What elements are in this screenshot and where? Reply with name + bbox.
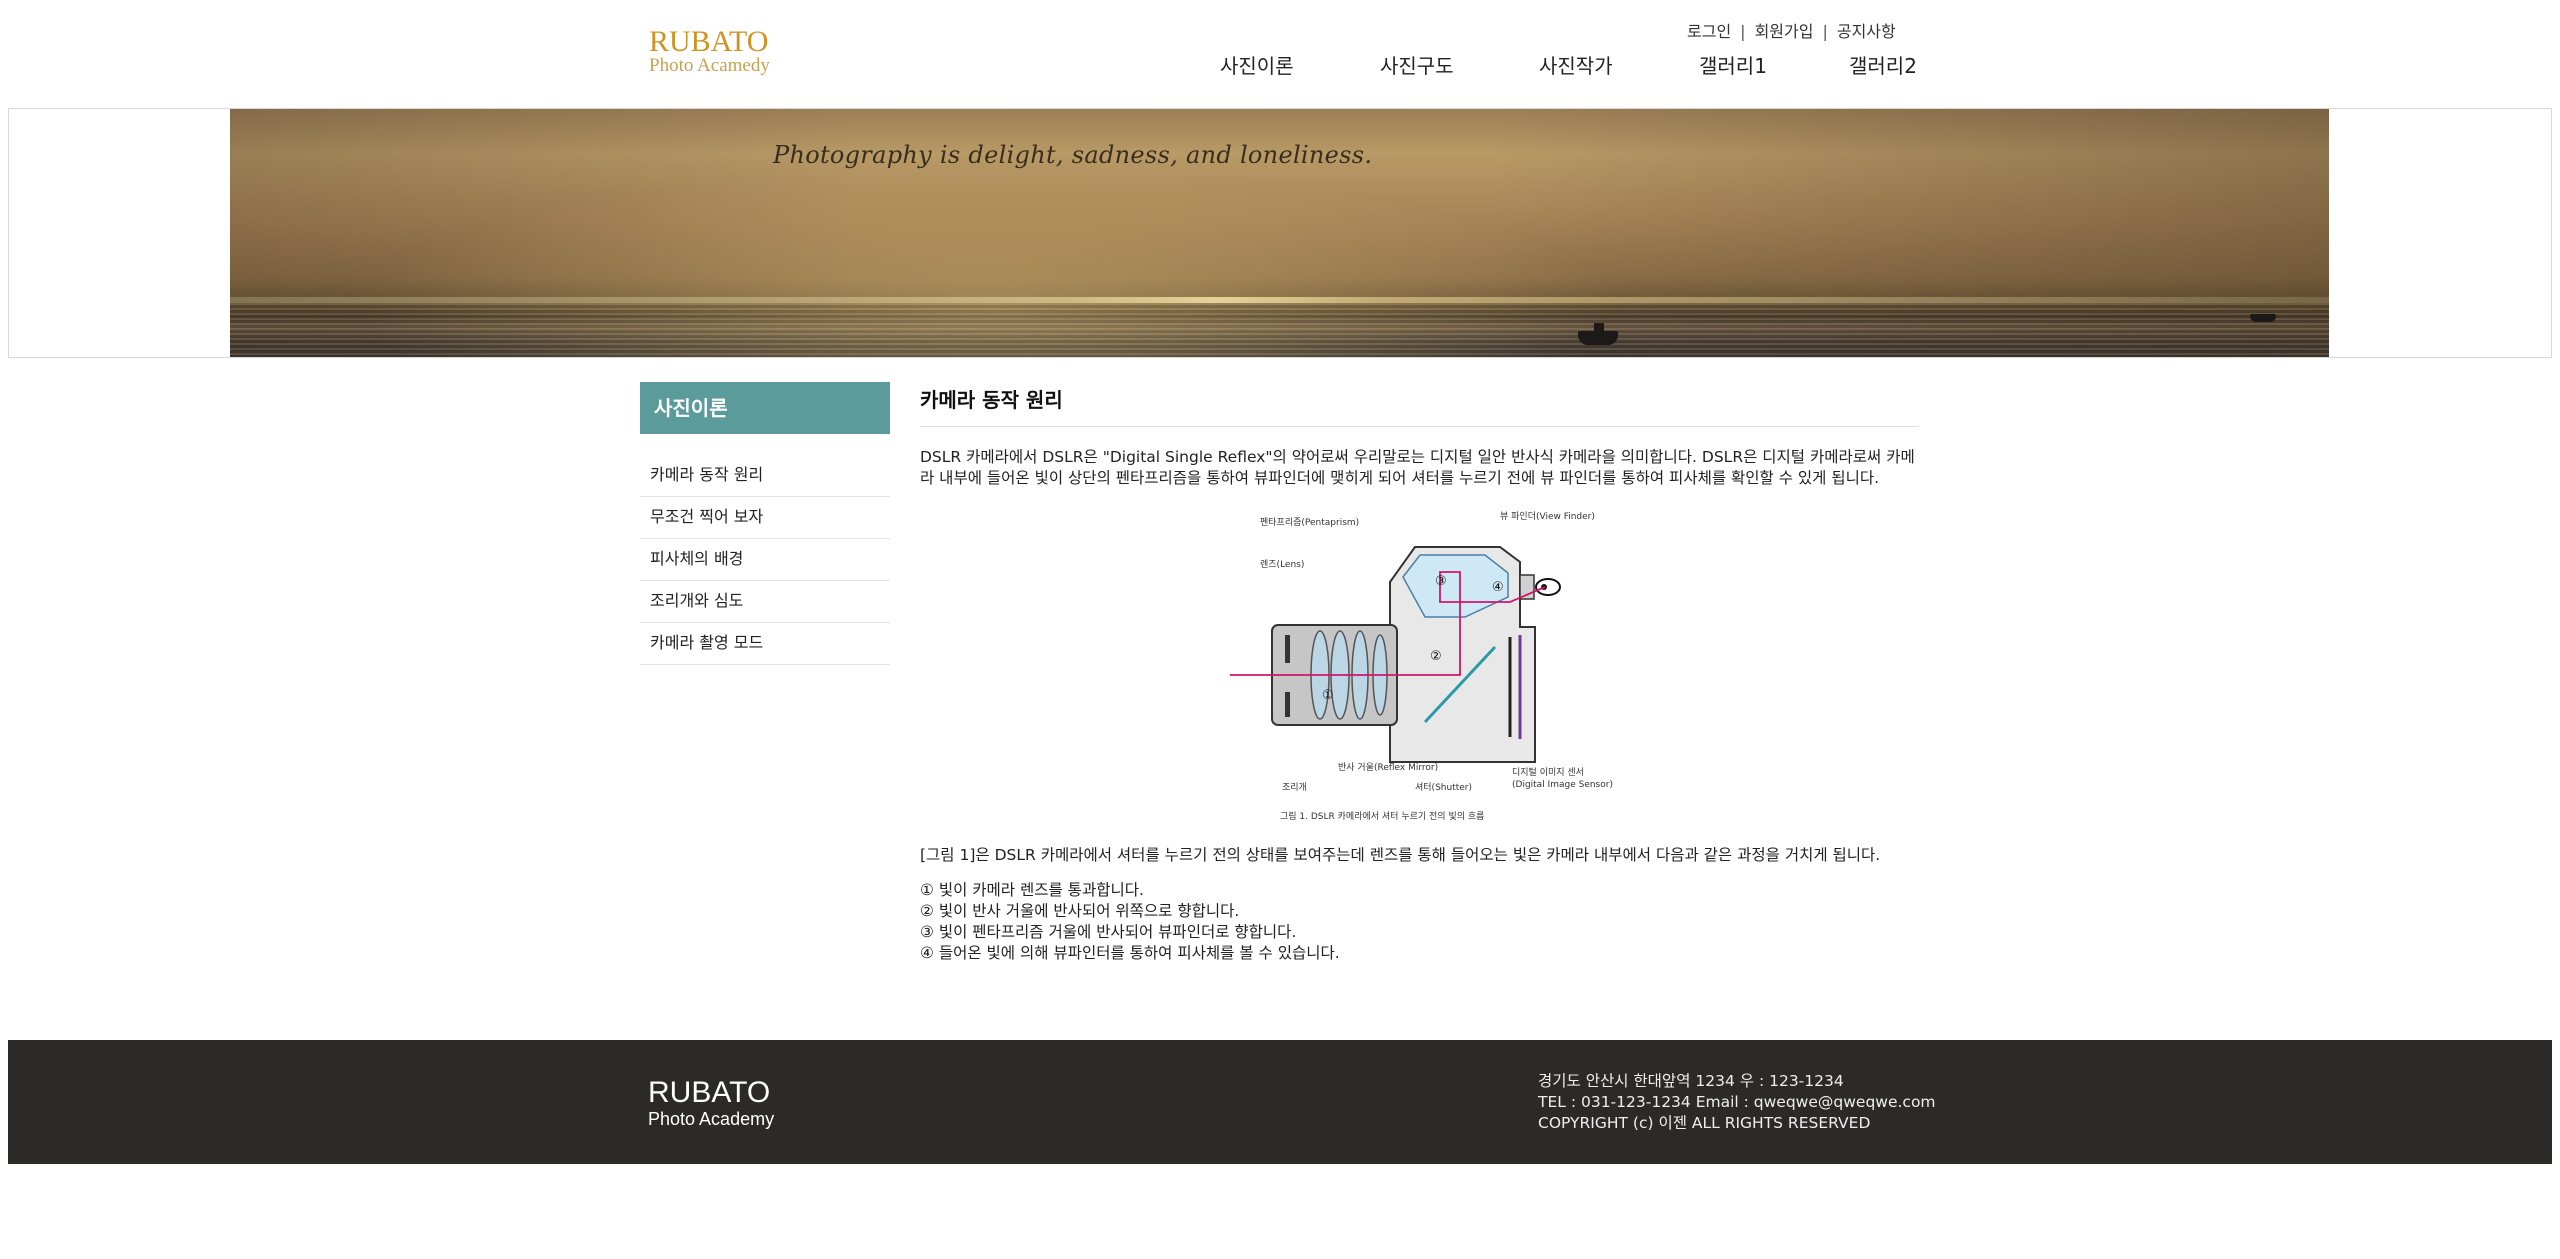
sidebar-menu: 카메라 동작 원리 무조건 찍어 보자 피사체의 배경 조리개와 심도 카메라 … (640, 455, 890, 665)
sidebar-item-shooting-modes[interactable]: 카메라 촬영 모드 (640, 623, 890, 665)
page: RUBATO Photo Acamedy 로그인 | 회원가입 | 공지사항 사진이론 … (0, 0, 2560, 1259)
sidebar-item-camera-principle[interactable]: 카메라 동작 원리 (640, 455, 890, 497)
boat-silhouette (1578, 323, 1618, 345)
step-number-2: ② (1430, 649, 1442, 664)
footer-copyright: COPYRIGHT (c) 이젠 ALL RIGHTS RESERVED (1538, 1114, 1871, 1132)
step-number-4: ④ (1492, 580, 1504, 595)
label-aperture: 조리개 (1282, 782, 1307, 793)
banner-sea (230, 303, 2329, 357)
label-sensor-en: (Digital Image Sensor) (1512, 780, 1613, 790)
step-number-3: ③ (1435, 574, 1447, 589)
label-viewfinder: 뷰 파인더(View Finder) (1500, 511, 1595, 522)
hero-banner-image: Photography is delight, sadness, and lon… (230, 109, 2329, 357)
signup-link[interactable]: 회원가입 (1755, 18, 1814, 42)
nav-photo-theory[interactable]: 사진이론 (1220, 50, 1294, 79)
step-item: ④ 들어온 빛에 의해 뷰파인터를 통하여 피사체를 볼 수 있습니다. (920, 944, 1340, 962)
logo-subtitle: Photo Acamedy (649, 55, 770, 76)
title-divider (920, 426, 1919, 427)
aperture-blade-shape (1285, 692, 1290, 717)
footer-logo: RUBATO Photo Academy (648, 1076, 775, 1130)
label-lens: 렌즈(Lens) (1260, 559, 1304, 570)
label-reflex-mirror: 반사 거울(Reflex Mirror) (1338, 762, 1438, 773)
login-link[interactable]: 로그인 (1687, 18, 1731, 42)
footer-logo-subtitle: Photo Academy (648, 1109, 775, 1129)
step-item: ① 빛이 카메라 렌즈를 통과합니다. (920, 881, 1144, 899)
aperture-blade-shape (1285, 635, 1290, 663)
footer-logo-title: RUBATO (648, 1076, 771, 1109)
utility-links: 로그인 | 회원가입 | 공지사항 (1687, 18, 1896, 42)
notice-link[interactable]: 공지사항 (1837, 18, 1896, 42)
footer (8, 1040, 2552, 1164)
step-item: ③ 빛이 펜타프리즘 거울에 반사되어 뷰파인더로 향합니다. (920, 923, 1297, 941)
label-pentaprism: 펜타프리즘(Pentaprism) (1260, 517, 1359, 528)
sidebar-item-just-shoot[interactable]: 무조건 찍어 보자 (640, 497, 890, 539)
step-number-1: ① (1322, 688, 1334, 703)
util-separator: | (1740, 22, 1746, 41)
banner-quote: Photography is delight, sadness, and lon… (773, 141, 1373, 169)
step-item: ② 빛이 반사 거울에 반사되어 위쪽으로 향합니다. (920, 902, 1240, 920)
boat-silhouette (2250, 314, 2276, 322)
dslr-diagram-svg: ① ② ③ ④ 펜타프리즘(Pentaprism) 뷰 파인더(View Fin… (1230, 511, 1613, 822)
main-content: 카메라 동작 원리 DSLR 카메라에서 DSLR은 "Digital Sing… (920, 382, 1919, 964)
eye-icon (1535, 578, 1561, 596)
explain-paragraph: [그림 1]은 DSLR 카메라에서 셔터를 누르기 전의 상태를 보여주는데 … (920, 846, 1881, 864)
nav-photo-composition[interactable]: 사진구도 (1380, 50, 1454, 79)
footer-info: 경기도 안산시 한대앞역 1234 우 : 123-1234 TEL : 031… (1538, 1071, 1936, 1134)
footer-address: 경기도 안산시 한대앞역 1234 우 : 123-1234 (1538, 1072, 1844, 1090)
site-logo[interactable]: RUBATO Photo Acamedy (649, 26, 770, 76)
intro-paragraph: DSLR 카메라에서 DSLR은 "Digital Single Reflex"… (920, 448, 1915, 487)
page-title: 카메라 동작 원리 (920, 388, 1063, 412)
logo-title: RUBATO (649, 25, 769, 58)
nav-gallery-1[interactable]: 갤러리1 (1699, 50, 1767, 79)
nav-photographers[interactable]: 사진작가 (1539, 50, 1613, 79)
dslr-diagram: ① ② ③ ④ 펜타프리즘(Pentaprism) 뷰 파인더(View Fin… (920, 507, 1919, 837)
util-separator: | (1822, 22, 1828, 41)
step-list: ① 빛이 카메라 렌즈를 통과합니다. ② 빛이 반사 거울에 반사되어 위쪽으… (920, 880, 1919, 964)
nav-gallery-2[interactable]: 갤러리2 (1849, 50, 1917, 79)
sidebar-item-aperture-depth[interactable]: 조리개와 심도 (640, 581, 890, 623)
label-shutter: 셔터(Shutter) (1415, 782, 1472, 793)
figure-caption: 그림 1. DSLR 카메라에서 셔터 누르기 전의 빛의 흐름 (1280, 810, 1484, 822)
label-sensor: 디지털 이미지 센서 (1512, 766, 1584, 778)
sidebar-title: 사진이론 (640, 382, 890, 434)
sidebar-item-subject-background[interactable]: 피사체의 배경 (640, 539, 890, 581)
footer-contact: TEL : 031-123-1234 Email : qweqwe@qweqwe… (1538, 1093, 1936, 1111)
